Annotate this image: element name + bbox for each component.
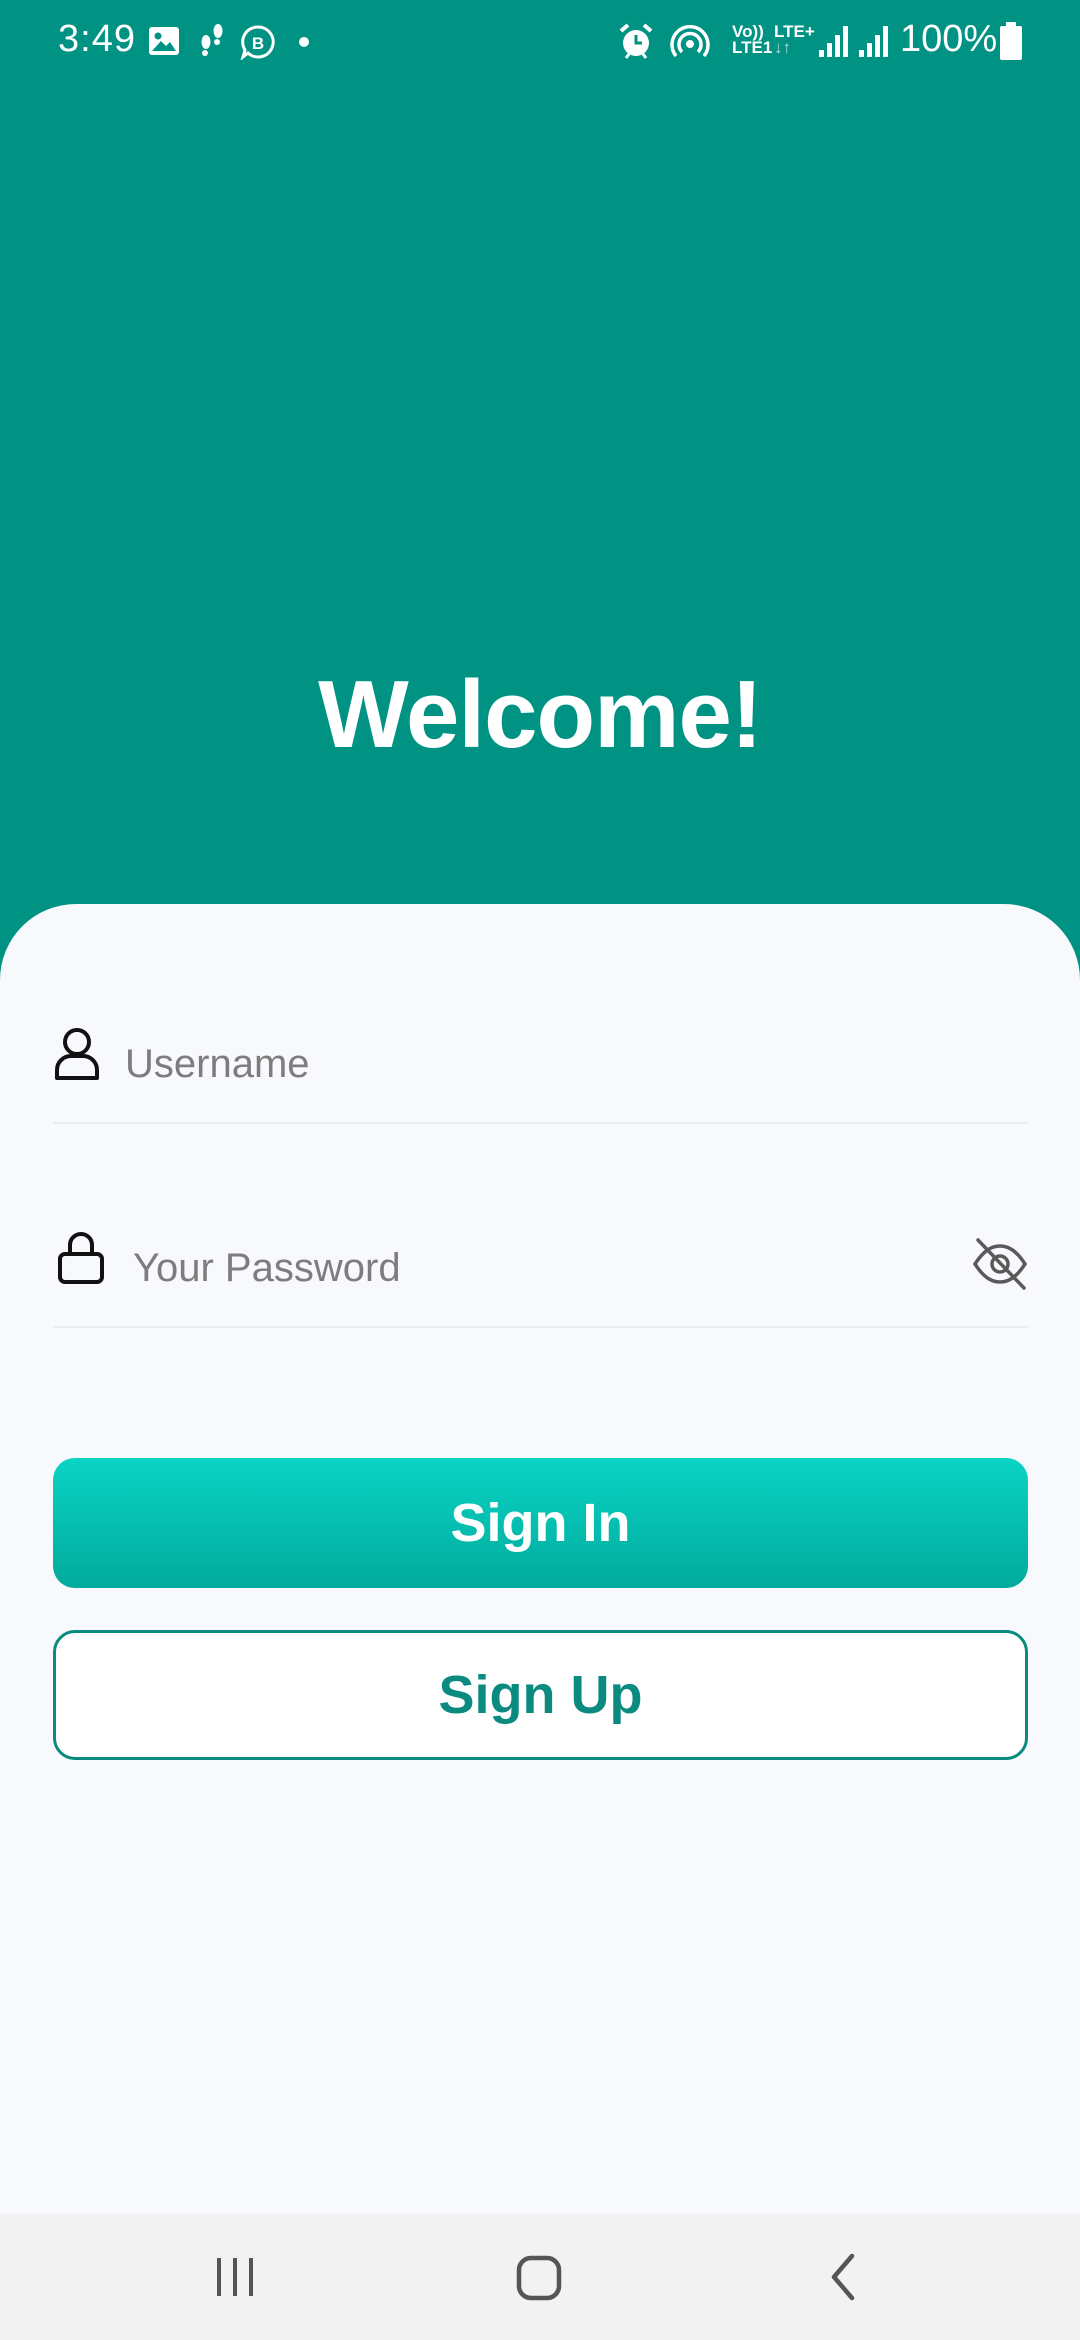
navigation-bar (0, 2214, 1080, 2340)
welcome-title: Welcome! (318, 661, 763, 768)
recents-icon[interactable] (210, 2244, 260, 2310)
signal-strength-icon-2 (859, 26, 888, 57)
svg-text:B: B (252, 34, 264, 53)
lock-icon (58, 1232, 104, 1284)
status-bar: 3:49 B Vo)) LTE1 LTE+ ↓↑ 100% (0, 0, 1080, 84)
user-icon (55, 1028, 99, 1080)
gallery-icon (149, 27, 179, 55)
hotspot-icon (670, 25, 710, 58)
battery-percent: 100% (900, 18, 998, 60)
whatsapp-business-icon: B (240, 25, 275, 60)
sign-up-button[interactable]: Sign Up (53, 1630, 1028, 1760)
signal-strength-icon (819, 26, 848, 57)
alarm-icon (619, 23, 653, 59)
username-field (53, 1004, 1028, 1124)
eye-off-icon[interactable] (972, 1236, 1028, 1292)
back-icon[interactable] (818, 2244, 868, 2310)
lte-indicator: LTE+ ↓↑ (774, 22, 815, 57)
volte-indicator: Vo)) LTE1 (732, 22, 773, 57)
login-card: Sign In Sign Up (0, 904, 1080, 2214)
notification-dot-icon (299, 37, 309, 47)
password-input[interactable] (133, 1228, 913, 1308)
battery-icon (1000, 22, 1022, 60)
footsteps-icon (201, 24, 223, 56)
username-input[interactable] (125, 1024, 1005, 1104)
password-field (53, 1208, 1028, 1328)
login-screen: 3:49 B Vo)) LTE1 LTE+ ↓↑ 100% Welcome! U… (0, 0, 1080, 2340)
sign-in-button[interactable]: Sign In (53, 1458, 1028, 1588)
home-icon[interactable] (510, 2244, 570, 2310)
status-time: 3:49 (58, 18, 136, 60)
